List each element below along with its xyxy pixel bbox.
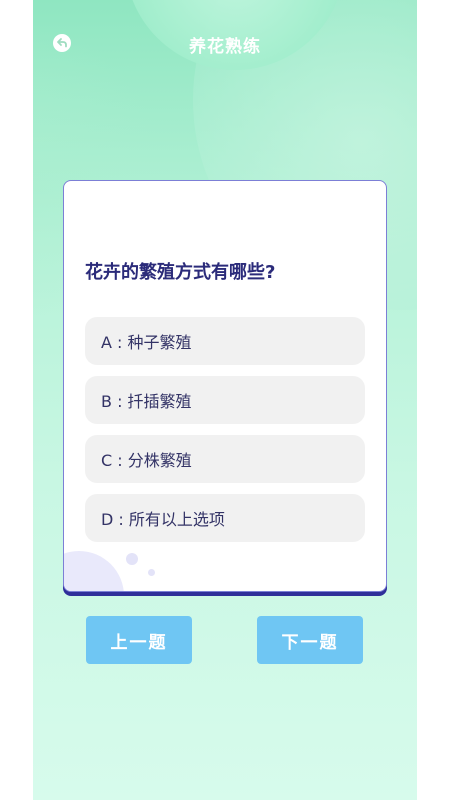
next-question-button[interactable]: 下一题 [257,616,363,664]
option-b[interactable]: B : 扦插繁殖 [85,376,365,424]
option-c[interactable]: C : 分株繁殖 [85,435,365,483]
quiz-screen: 养花熟练 花卉的繁殖方式有哪些? A : 种子繁殖 B : 扦插繁殖 C : 分… [33,0,417,800]
option-a[interactable]: A : 种子繁殖 [85,317,365,365]
previous-question-button[interactable]: 上一题 [86,616,192,664]
header-bar: 养花熟练 [33,28,417,60]
question-text: 花卉的繁殖方式有哪些? [85,262,276,283]
question-card: 花卉的繁殖方式有哪些? A : 种子繁殖 B : 扦插繁殖 C : 分株繁殖 D… [63,180,387,592]
card-decoration [148,569,155,576]
option-d[interactable]: D : 所有以上选项 [85,494,365,542]
page-title: 养花熟练 [189,37,261,57]
options-list: A : 种子繁殖 B : 扦插繁殖 C : 分株繁殖 D : 所有以上选项 [85,317,365,553]
card-decoration [64,551,124,591]
card-decoration [126,553,138,565]
